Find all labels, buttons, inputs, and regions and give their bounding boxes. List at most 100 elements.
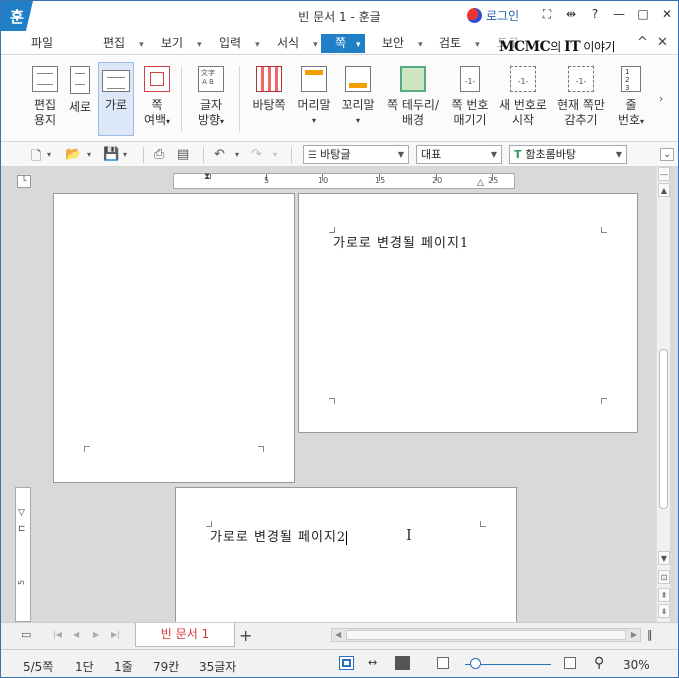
chevron-down-icon[interactable]: ▾ [235, 150, 239, 159]
expand-icon[interactable]: ⛶ [535, 7, 559, 22]
prev-tab-icon[interactable]: ◀ [73, 630, 79, 639]
split-icon[interactable]: ⇹ [559, 7, 583, 22]
menu-security[interactable]: 보안 ▾ [382, 34, 423, 53]
page-text[interactable]: 가로로 변경될 페이지1 [333, 232, 469, 251]
redo-icon[interactable]: ↷ [251, 147, 262, 162]
paper-icon [32, 66, 58, 92]
new-number-button[interactable]: 새 번호로 시작 [496, 62, 550, 136]
status-chars: 35글자 [199, 660, 237, 674]
indent-marker-icon[interactable]: ⊏ [18, 524, 26, 534]
login-label: 로그인 [486, 9, 520, 23]
help-icon[interactable]: ? [583, 7, 607, 22]
magnifier-icon[interactable]: ⚲ [594, 655, 604, 671]
prev-page-icon[interactable]: ⇞ [658, 588, 670, 602]
outline-select[interactable]: 대표 ▼ [416, 145, 502, 164]
collapse-ribbon-icon[interactable]: ^ [637, 35, 648, 50]
style-select[interactable]: ☰ 바탕글 ▼ [303, 145, 409, 164]
header-button[interactable]: 머리말 ▾ [293, 62, 335, 136]
scroll-left-icon[interactable]: ◀ [335, 630, 341, 639]
new-doc-icon[interactable]: 🗋 [31, 147, 41, 169]
fit-width-icon[interactable]: ↔ [368, 656, 377, 669]
close-icon[interactable]: ✕ [655, 7, 678, 22]
document-page-landscape[interactable]: 가로로 변경될 페이지1 [298, 193, 638, 433]
page-background-button[interactable]: 바탕쪽 [248, 62, 290, 136]
ruler-tab-selector[interactable]: └ [17, 175, 31, 188]
open-folder-icon[interactable]: 📂 [65, 147, 81, 162]
chevron-down-icon: ▼ [397, 150, 404, 159]
document-page[interactable] [53, 193, 295, 483]
full-page-icon[interactable] [395, 656, 410, 670]
menu-file[interactable]: 파일 [31, 34, 53, 53]
close-doc-icon[interactable]: ✕ [657, 35, 668, 50]
login-button[interactable]: 로그인 [467, 7, 519, 24]
save-icon[interactable]: 💾 [103, 147, 119, 162]
horizontal-ruler[interactable]: 5 10 15 20 25 ⧗ △ [173, 172, 515, 189]
zoom-out-icon[interactable] [437, 657, 449, 669]
chevron-down-icon[interactable]: ▾ [123, 150, 127, 159]
line-number-button[interactable]: 줄 번호▾ [614, 62, 648, 136]
page-view-icon[interactable]: ⊡ [658, 570, 670, 584]
scrollbar-thumb[interactable] [346, 630, 626, 640]
toolbar-expand-icon[interactable]: ⌄ [660, 148, 675, 161]
minimize-icon[interactable]: — [607, 7, 631, 22]
undo-icon[interactable]: ↶ [214, 147, 225, 162]
add-tab-button[interactable]: + [239, 626, 252, 645]
document-workarea[interactable]: └ 5 10 15 20 25 ⧗ △ 가로로 변경될 페이지1 가로로 변경될… [1, 167, 678, 627]
ribbon-more-icon[interactable]: › [659, 92, 663, 105]
chevron-down-icon: ▾ [418, 40, 423, 50]
maximize-icon[interactable]: □ [631, 7, 655, 22]
scrollbar-thumb[interactable] [659, 349, 668, 509]
horizontal-scrollbar[interactable]: ◀ ▶ [331, 628, 641, 642]
status-line: 1줄 [114, 660, 133, 674]
page-layout-icon[interactable] [339, 656, 354, 670]
footer-icon [345, 66, 371, 92]
right-indent-marker-icon[interactable]: △ [477, 178, 484, 188]
vertical-ruler[interactable]: ▽ ⊏ 5 [15, 487, 31, 622]
zoom-in-icon[interactable] [564, 657, 576, 669]
chevron-down-icon[interactable]: ▾ [273, 150, 277, 159]
page-text[interactable]: 가로로 변경될 페이지2 [210, 526, 348, 545]
ribbon-divider [181, 66, 182, 132]
chevron-down-icon[interactable]: ▾ [47, 150, 51, 159]
portrait-icon [70, 66, 90, 94]
document-page-landscape[interactable]: 가로로 변경될 페이지2 I [175, 487, 517, 627]
preview-icon[interactable]: ▤ [177, 147, 189, 162]
chevron-down-icon[interactable]: ▾ [87, 150, 91, 159]
vertical-scrollbar[interactable]: — ▲ ▼ ⊡ ⇞ ⇟ [656, 167, 670, 622]
margin-icon [144, 66, 170, 92]
portrait-button[interactable]: 세로 [64, 62, 96, 136]
window-controls: ⛶ ⇹ ? — □ ✕ [535, 7, 678, 22]
menu-page[interactable]: 쪽 ▾ [321, 34, 365, 53]
chevron-down-icon: ▾ [255, 40, 260, 50]
split-handle-icon[interactable]: ‖ [647, 628, 653, 641]
text-direction-button[interactable]: 글자 방향▾ [191, 62, 231, 136]
font-select[interactable]: T 함초롬바탕 ▼ [509, 145, 627, 164]
menu-view[interactable]: 보기 ▾ [161, 34, 202, 53]
zoom-slider-knob[interactable] [470, 658, 482, 669]
menu-insert[interactable]: 입력 ▾ [219, 34, 260, 53]
scroll-down-icon[interactable]: ▼ [658, 551, 670, 565]
next-page-icon[interactable]: ⇟ [658, 604, 670, 618]
edit-paper-button[interactable]: 편집 용지 [25, 62, 65, 136]
indent-marker-icon[interactable]: ⧗ [204, 172, 210, 182]
tab-document[interactable]: 빈 문서 1 [135, 623, 235, 647]
scroll-up-icon[interactable]: ▲ [658, 183, 670, 197]
page-margin-button[interactable]: 쪽 여백▾ [138, 62, 176, 136]
top-margin-marker-icon[interactable]: ▽ [18, 508, 25, 518]
text-caret [346, 530, 348, 545]
tab-list-icon[interactable]: ▭ [21, 628, 31, 641]
next-tab-icon[interactable]: ▶ [93, 630, 99, 639]
print-icon[interactable]: ⎙ [154, 147, 164, 162]
hide-page-button[interactable]: 현재 쪽만 감추기 [554, 62, 608, 136]
last-tab-icon[interactable]: ▶| [111, 630, 120, 639]
scroll-menu-icon[interactable]: — [658, 167, 670, 181]
first-tab-icon[interactable]: |◀ [53, 630, 62, 639]
menu-format[interactable]: 서식 ▾ [277, 34, 318, 53]
page-number-button[interactable]: 쪽 번호 매기기 [446, 62, 494, 136]
menu-review[interactable]: 검토 ▾ [439, 34, 480, 53]
footer-button[interactable]: 꼬리말 ▾ [337, 62, 379, 136]
page-border-button[interactable]: 쪽 테두리/ 배경 [384, 62, 442, 136]
menu-edit[interactable]: 편집 ▾ [103, 34, 144, 53]
scroll-right-icon[interactable]: ▶ [631, 630, 637, 639]
landscape-button[interactable]: 가로 [98, 62, 134, 136]
